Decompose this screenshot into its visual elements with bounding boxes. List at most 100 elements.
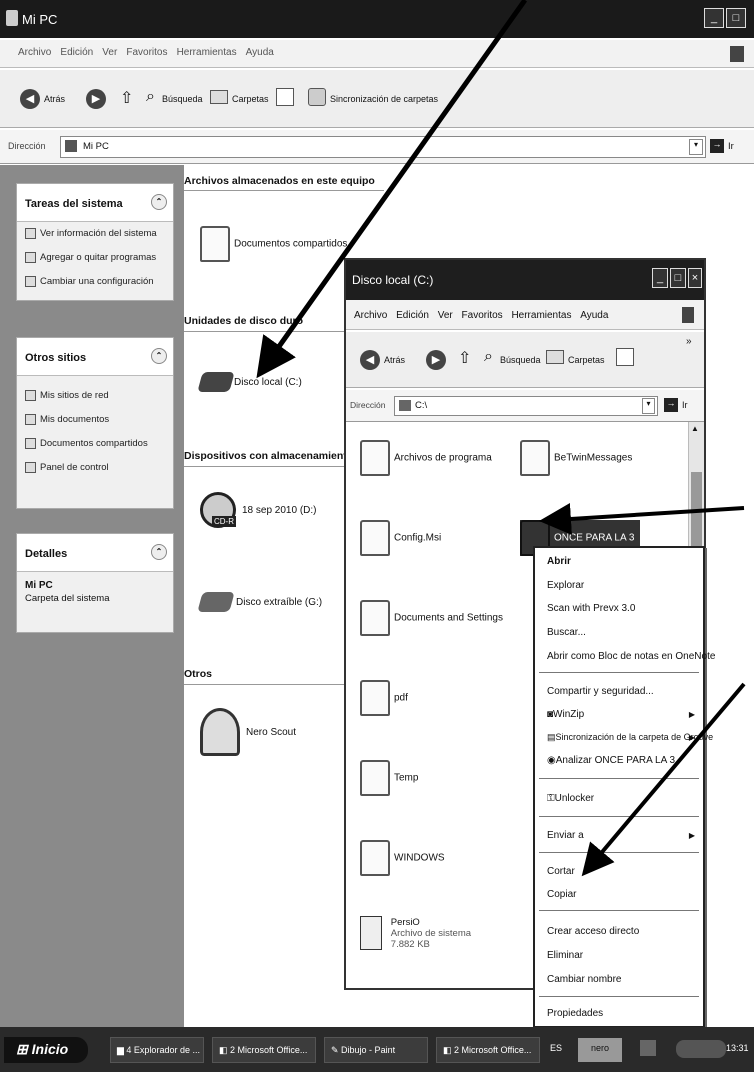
start-button[interactable]: ⊞ Inicio: [4, 1037, 88, 1063]
local-disk-c-item[interactable]: Disco local (C:): [197, 372, 302, 392]
place-control-panel[interactable]: Panel de control: [17, 456, 173, 480]
maximize-button[interactable]: □: [726, 8, 746, 28]
menu-item-send-to[interactable]: Enviar a: [547, 830, 584, 841]
menu-edicion[interactable]: Edición: [60, 47, 93, 58]
menu-item-scan-prevx[interactable]: Scan with Prevx 3.0: [547, 603, 635, 614]
menu-ayuda[interactable]: Ayuda: [246, 47, 274, 58]
back-arrow-icon[interactable]: ◀: [20, 89, 40, 109]
views-icon[interactable]: [276, 88, 294, 106]
minimize-button[interactable]: _: [704, 8, 724, 28]
menu-item-create-shortcut[interactable]: Crear acceso directo: [547, 926, 639, 937]
context-menu: Abrir Explorar Scan with Prevx 3.0 Busca…: [533, 546, 715, 1028]
folder-item[interactable]: Temp: [360, 760, 418, 796]
menu-item-winzip[interactable]: ◙WinZip: [547, 709, 584, 720]
folder-item[interactable]: WINDOWS: [360, 840, 445, 876]
inner-address-input[interactable]: C:\ ▾: [394, 396, 658, 416]
paint-icon: ✎: [331, 1045, 342, 1055]
chevron-down-icon[interactable]: ▾: [689, 139, 703, 155]
up-folder-icon[interactable]: ⇧: [458, 348, 471, 368]
folder-item[interactable]: Documents and Settings: [360, 600, 503, 636]
sync-button-label[interactable]: Sincronización de carpetas: [330, 94, 438, 104]
inner-menu-herramientas[interactable]: Herramientas: [511, 310, 571, 321]
menu-item-rename[interactable]: Cambiar nombre: [547, 974, 621, 985]
sync-icon[interactable]: [308, 88, 326, 106]
folder-item[interactable]: BeTwinMessages: [520, 440, 632, 476]
inner-close-button[interactable]: ×: [688, 268, 702, 288]
task-office-1[interactable]: ◧ 2 Microsoft Office...: [212, 1037, 316, 1063]
search-icon[interactable]: ⌕: [484, 348, 493, 366]
scroll-up-icon[interactable]: ▲: [691, 424, 699, 433]
menu-item-delete[interactable]: Eliminar: [547, 950, 583, 961]
up-folder-icon[interactable]: ⇧: [120, 88, 133, 108]
inner-menu-archivo[interactable]: Archivo: [354, 310, 387, 321]
tray-icon[interactable]: [640, 1040, 656, 1056]
task-view-system-info[interactable]: Ver información del sistema: [17, 222, 173, 246]
search-icon[interactable]: ⌕: [146, 88, 155, 106]
go-arrow-icon[interactable]: →: [710, 139, 724, 153]
inner-go-label[interactable]: Ir: [682, 400, 688, 410]
collapse-chevron-icon[interactable]: ⌃: [151, 544, 167, 560]
place-shared-documents[interactable]: Documentos compartidos: [17, 432, 173, 456]
menu-archivo[interactable]: Archivo: [18, 47, 51, 58]
language-indicator[interactable]: ES: [550, 1043, 562, 1053]
back-arrow-icon[interactable]: ◀: [360, 350, 380, 370]
menu-item-explore[interactable]: Explorar: [547, 580, 584, 591]
task-change-setting[interactable]: Cambiar una configuración: [17, 270, 173, 294]
task-paint[interactable]: ✎ Dibujo - Paint: [324, 1037, 428, 1063]
go-arrow-icon[interactable]: →: [664, 398, 678, 412]
task-office-2[interactable]: ◧ 2 Microsoft Office...: [436, 1037, 540, 1063]
inner-menu-ayuda[interactable]: Ayuda: [580, 310, 608, 321]
inner-back-label[interactable]: Atrás: [384, 355, 405, 365]
folder-item[interactable]: Config.Msi: [360, 520, 441, 556]
menu-item-share-security[interactable]: Compartir y seguridad...: [547, 686, 654, 697]
inner-search-label[interactable]: Búsqueda: [500, 355, 541, 365]
inner-menu-ver[interactable]: Ver: [438, 310, 453, 321]
network-icon: [25, 390, 36, 401]
folders-button-label[interactable]: Carpetas: [232, 94, 269, 104]
collapse-chevron-icon[interactable]: ⌃: [151, 194, 167, 210]
tray-icons[interactable]: [676, 1040, 726, 1058]
folders-icon[interactable]: [210, 90, 228, 104]
search-button-label[interactable]: Búsqueda: [162, 94, 203, 104]
folder-item[interactable]: pdf: [360, 680, 408, 716]
task-explorer[interactable]: ▆ 4 Explorador de ...: [110, 1037, 204, 1063]
menu-favoritos[interactable]: Favoritos: [126, 47, 167, 58]
removable-disk-g-item[interactable]: Disco extraíble (G:): [197, 592, 322, 612]
back-button-label[interactable]: Atrás: [44, 94, 65, 104]
system-file-item[interactable]: PersiO Archivo de sistema 7.882 KB: [360, 916, 471, 950]
inner-folders-label[interactable]: Carpetas: [568, 355, 605, 365]
folders-icon[interactable]: [546, 350, 564, 364]
inner-minimize-button[interactable]: _: [652, 268, 668, 288]
menu-item-copy[interactable]: Copiar: [547, 889, 576, 900]
place-my-documents[interactable]: Mis documentos: [17, 408, 173, 432]
views-icon[interactable]: [616, 348, 634, 366]
menu-item-search[interactable]: Buscar...: [547, 627, 586, 638]
chevron-down-icon[interactable]: ▾: [642, 398, 655, 414]
nero-search-box[interactable]: nero: [578, 1038, 622, 1062]
windows-logo-icon: [730, 46, 744, 62]
address-input[interactable]: Mi PC ▾: [60, 136, 706, 158]
menu-herramientas[interactable]: Herramientas: [177, 47, 237, 58]
office-icon: ◧: [219, 1045, 231, 1055]
menu-item-analyze[interactable]: ◉Analizar ONCE PARA LA 3: [547, 755, 675, 766]
menu-item-properties[interactable]: Propiedades: [547, 1008, 603, 1019]
task-add-remove-programs[interactable]: Agregar o quitar programas: [17, 246, 173, 270]
collapse-chevron-icon[interactable]: ⌃: [151, 348, 167, 364]
folder-item[interactable]: Archivos de programa: [360, 440, 492, 476]
forward-arrow-icon[interactable]: ▶: [426, 350, 446, 370]
shared-documents-item[interactable]: Documentos compartidos: [200, 226, 347, 262]
menu-item-onenote[interactable]: Abrir como Bloc de notas en OneNote: [547, 651, 715, 662]
menu-item-cut[interactable]: Cortar: [547, 866, 575, 877]
folder-icon: [360, 600, 390, 636]
nero-scout-item[interactable]: Nero Scout: [200, 708, 296, 756]
menu-item-open[interactable]: Abrir: [547, 556, 571, 567]
inner-maximize-button[interactable]: □: [670, 268, 686, 288]
inner-menu-favoritos[interactable]: Favoritos: [462, 310, 503, 321]
go-button-label[interactable]: Ir: [728, 141, 734, 152]
place-network[interactable]: Mis sitios de red: [17, 384, 173, 408]
menu-ver[interactable]: Ver: [102, 47, 117, 58]
toolbar-overflow-icon[interactable]: »: [686, 336, 692, 347]
inner-menu-edicion[interactable]: Edición: [396, 310, 429, 321]
menu-item-unlocker[interactable]: ⚿Unlocker: [547, 793, 594, 804]
forward-arrow-icon[interactable]: ▶: [86, 89, 106, 109]
